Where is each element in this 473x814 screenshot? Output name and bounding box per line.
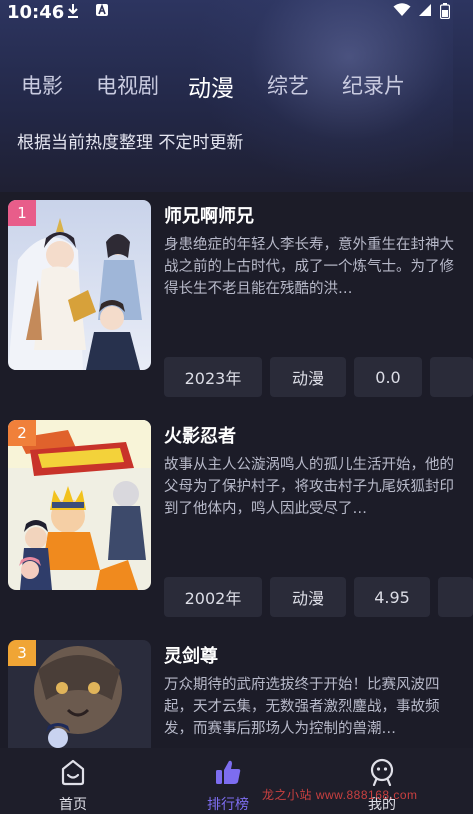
ranking-card-3[interactable]: 3 灵剑尊 万众期待的武府选拔终于开始！比赛风波四起，天才云集，无数强者激烈鏖战… — [0, 632, 473, 748]
home-icon — [59, 758, 87, 786]
tab-documentary[interactable]: 纪录片 — [342, 70, 405, 100]
tab-variety[interactable]: 综艺 — [267, 70, 309, 100]
bottom-navigation: 首页 排行榜 我的 — [0, 748, 473, 814]
notification-a-icon — [95, 3, 109, 21]
nav-ranking[interactable]: 排行榜 — [183, 748, 273, 814]
header: 10:46 电影 电视剧 动漫 综艺 纪录片 根据当前热度整理 不定时更新 — [0, 0, 473, 192]
ranking-card-1[interactable]: 1 师兄啊师兄 身患绝症的年轻人李长寿，意外重生在封神大战之前的上古时代，成了一… — [0, 192, 473, 412]
rank-badge: 3 — [8, 640, 36, 666]
download-icon — [66, 3, 80, 23]
item-title: 火影忍者 — [164, 426, 236, 447]
ranking-card-2[interactable]: 2 火影忍者 故事从主人公漩涡鸣人的孤儿生活开始，他的父母为了保护村子，将攻击村… — [0, 412, 473, 632]
battery-icon — [439, 3, 451, 23]
rank-badge: 1 — [8, 200, 36, 226]
score-chip: 4.95 — [354, 577, 430, 617]
nav-ranking-label: 排行榜 — [207, 797, 249, 813]
nav-home[interactable]: 首页 — [28, 748, 118, 814]
item-description: 故事从主人公漩涡鸣人的孤儿生活开始，他的父母为了保护村子，将攻击村子九尾妖狐封印… — [164, 457, 454, 517]
genre-chip: 动漫 — [270, 357, 346, 397]
ranking-list: 1 师兄啊师兄 身患绝症的年轻人李长寿，意外重生在封神大战之前的上古时代，成了一… — [0, 192, 473, 748]
wifi-icon — [393, 3, 411, 21]
category-tabs: 电影 电视剧 动漫 综艺 纪录片 — [0, 70, 473, 110]
item-title: 灵剑尊 — [164, 646, 218, 667]
tab-anime[interactable]: 动漫 — [188, 69, 234, 103]
item-description: 身患绝症的年轻人李长寿，意外重生在封神大战之前的上古时代，成了一个炼气士。为了修… — [164, 237, 454, 297]
status-bar: 10:46 — [0, 0, 473, 26]
nav-home-label: 首页 — [59, 797, 87, 813]
watermark-text: 龙之小站 www.888168.com — [262, 788, 418, 802]
genre-chip: 动漫 — [270, 577, 346, 617]
item-title: 师兄啊师兄 — [164, 206, 254, 227]
signal-icon — [418, 3, 432, 21]
year-chip: 2002年 — [164, 577, 262, 617]
item-description: 万众期待的武府选拔终于开始！比赛风波四起，天才云集，无数强者激烈鏖战，事故频发，… — [164, 677, 440, 737]
score-chip: 0.0 — [354, 357, 422, 397]
thumbs-up-icon — [214, 758, 242, 786]
ranking-subtitle: 根据当前热度整理 不定时更新 — [17, 133, 244, 153]
extra-chip — [430, 357, 473, 397]
tab-movies[interactable]: 电影 — [21, 70, 63, 100]
tab-tv-series[interactable]: 电视剧 — [96, 70, 159, 100]
profile-icon — [368, 758, 396, 787]
nav-profile[interactable]: 我的 — [337, 748, 427, 814]
rank-badge: 2 — [8, 420, 36, 446]
year-chip: 2023年 — [164, 357, 262, 397]
status-time: 10:46 — [7, 2, 65, 23]
extra-chip — [438, 577, 473, 617]
